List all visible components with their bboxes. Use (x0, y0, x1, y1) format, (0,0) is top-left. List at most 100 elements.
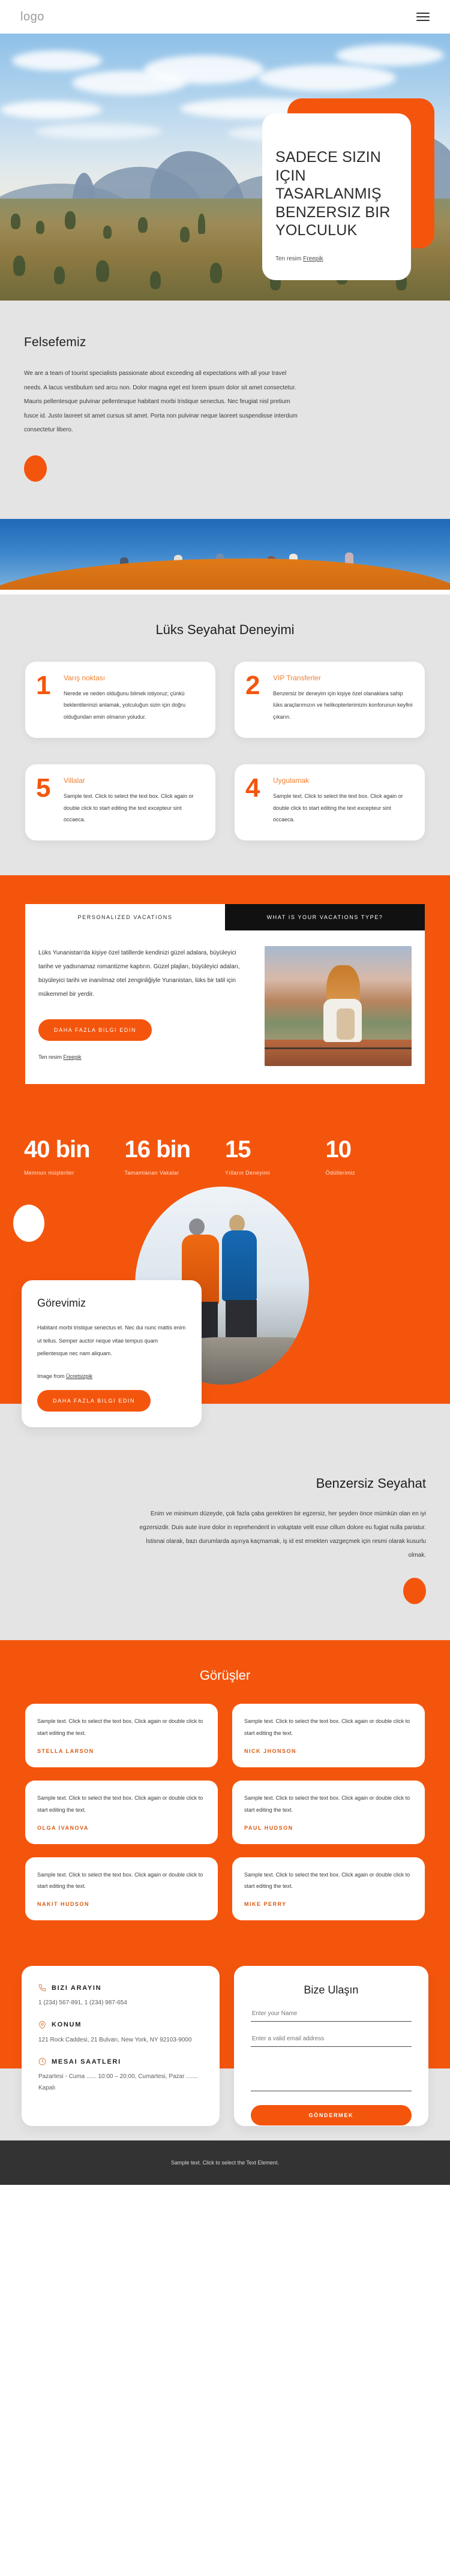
vacations-body-text: Lüks Yunanistan'da kişiye özel tatillerd… (38, 950, 240, 998)
testimonial-card[interactable]: Sample text. Click to select the text bo… (232, 1704, 425, 1768)
contact-form-card: Bize Ulaşın GÖNDERMEK (233, 1966, 428, 2127)
stat-item: 15 Yılların Deneyimi (225, 1137, 326, 1176)
mission-accent-circle (13, 1205, 44, 1242)
philosophy-body: We are a team of tourist specialists pas… (24, 370, 298, 433)
stat-value: 40 bin (24, 1136, 91, 1163)
personalized-vacations-section: PERSONALIZED VACATIONS WHAT IS YOUR VACA… (0, 875, 450, 1121)
contact-call-value: 1 (234) 567-891, 1 (234) 987-654 (38, 1999, 127, 2007)
luxury-card-number: 5 (36, 773, 51, 803)
luxury-card[interactable]: 2 VIP Transferler Benzersiz bir deneyim … (235, 661, 425, 738)
contact-section: BIZI ARAYIN 1 (234) 567-891, 1 (234) 987… (0, 1951, 450, 2141)
philosophy-accent-button[interactable] (24, 455, 47, 482)
testimonial-author: NICK JHONSON (244, 1748, 297, 1755)
mission-heading: Görevimiz (37, 1297, 86, 1310)
testimonials-section: Görüşler Sample text. Click to select th… (0, 1640, 450, 1952)
mission-learn-more-button[interactable]: DAHA FAZLA BILGI EDIN (37, 1389, 151, 1412)
testimonial-text: Sample text. Click to select the text bo… (37, 1871, 203, 1890)
testimonial-card[interactable]: Sample text. Click to select the text bo… (232, 1781, 425, 1844)
clock-icon (38, 2058, 46, 2065)
hero-credit-link[interactable]: Freepik (303, 256, 323, 262)
logo[interactable]: logo (20, 10, 44, 24)
stat-label: Memnun müşteriler (24, 1170, 74, 1176)
luxury-card[interactable]: 4 Uygulamak Sample text. Click to select… (235, 764, 425, 841)
luxury-heading: Lüks Seyahat Deneyimi (155, 622, 295, 637)
mission-section: Görevimiz Habitant morbi tristique senec… (0, 1182, 450, 1427)
testimonial-text: Sample text. Click to select the text bo… (244, 1795, 410, 1813)
testimonial-card[interactable]: Sample text. Click to select the text bo… (25, 1704, 218, 1768)
luxury-card-text: Nerede ve neden olduğunu bilmek istiyoru… (64, 690, 186, 720)
testimonial-card[interactable]: Sample text. Click to select the text bo… (25, 1857, 218, 1921)
luxury-experience-section: Lüks Seyahat Deneyimi 1 Varış noktası Ne… (0, 594, 450, 876)
testimonial-author: OLGA IVANOVA (37, 1824, 89, 1831)
email-input[interactable] (250, 2033, 412, 2047)
luxury-card[interactable]: 1 Varış noktası Nerede ve neden olduğunu… (25, 661, 215, 738)
submit-button[interactable]: GÖNDERMEK (250, 2105, 412, 2126)
vacations-tabs: PERSONALIZED VACATIONS WHAT IS YOUR VACA… (25, 904, 425, 931)
phone-icon (38, 1984, 46, 1992)
testimonials-grid: Sample text. Click to select the text bo… (25, 1704, 425, 1921)
mission-card: Görevimiz Habitant morbi tristique senec… (22, 1280, 202, 1427)
site-header: logo (0, 0, 450, 34)
testimonial-author: STELLA LARSON (37, 1748, 94, 1755)
footer-text: Sample text. Click to select the Text El… (171, 2160, 279, 2166)
testimonial-text: Sample text. Click to select the text bo… (244, 1871, 410, 1890)
luxury-card-title: VIP Transferler (273, 673, 321, 682)
vacations-credit-prefix: Ten resim (38, 1054, 64, 1061)
testimonial-author: MIKE PERRY (244, 1901, 287, 1908)
vacations-photo (265, 946, 412, 1067)
contact-location-value: 121 Rock Caddesi, 21 Bulvarı, New York, … (38, 2036, 192, 2043)
stat-item: 16 bin Tamamlanan Vakalar (125, 1137, 226, 1176)
contact-hours-value: Pazartesi - Cuma ...... 10:00 – 20:00, C… (38, 2073, 198, 2091)
testimonial-text: Sample text. Click to select the text bo… (244, 1718, 410, 1737)
vacations-learn-more-button[interactable]: DAHA FAZLA BILGI EDIN (38, 1019, 152, 1041)
hamburger-icon[interactable] (416, 13, 430, 21)
contact-location-title: KONUM (52, 2021, 82, 2029)
hero-title: SADECE SIZIN IÇIN TASARLANMIŞ BENZERSIZ … (275, 149, 391, 239)
stat-label: Tamamlanan Vakalar (124, 1170, 179, 1176)
contact-info-card: BIZI ARAYIN 1 (234) 567-891, 1 (234) 987… (22, 1966, 220, 2127)
stats-section: 40 bin Memnun müşteriler 16 bin Tamamlan… (0, 1120, 450, 1182)
unique-heading: Benzersiz Seyahat (316, 1476, 426, 1491)
message-textarea[interactable] (250, 2058, 412, 2092)
vacations-panel: Lüks Yunanistan'da kişiye özel tatillerd… (25, 930, 425, 1085)
luxury-card-title: Varış noktası (64, 673, 106, 682)
luxury-card-number: 1 (36, 670, 51, 700)
stat-value: 15 (225, 1136, 251, 1163)
mission-credit-link[interactable]: Ücretsizpik (66, 1373, 92, 1379)
stat-item: 10 Ödüllerimiz (326, 1137, 427, 1176)
hero-section: SADECE SIZIN IÇIN TASARLANMIŞ BENZERSIZ … (0, 34, 450, 301)
vacations-credit-link[interactable]: Freepik (64, 1054, 82, 1060)
tab-personalized-vacations[interactable]: PERSONALIZED VACATIONS (25, 904, 225, 931)
tab-vacation-type[interactable]: WHAT IS YOUR VACATIONS TYPE? (225, 904, 425, 931)
name-input[interactable] (250, 2008, 412, 2022)
testimonial-card[interactable]: Sample text. Click to select the text bo… (232, 1857, 425, 1921)
contact-form-title: Bize Ulaşın (304, 1984, 359, 1996)
stat-label: Yılların Deneyimi (225, 1170, 270, 1176)
hero-card: SADECE SIZIN IÇIN TASARLANMIŞ BENZERSIZ … (262, 113, 411, 280)
hero-image-credit: Ten resim Freepik (275, 256, 398, 262)
contact-hours-title: MESAI SAATLERI (52, 2058, 121, 2065)
mission-image-credit: Image from Ücretsizpik (37, 1373, 186, 1379)
unique-accent-button[interactable] (403, 1578, 426, 1605)
testimonial-text: Sample text. Click to select the text bo… (37, 1718, 203, 1737)
stat-item: 40 bin Memnun müşteriler (24, 1137, 125, 1176)
site-footer: Sample text. Click to select the Text El… (0, 2140, 450, 2185)
vacations-image-credit: Ten resim Freepik (38, 1054, 251, 1060)
mission-body: Habitant morbi tristique senectus et. Ne… (37, 1325, 186, 1356)
hero-credit-prefix: Ten resim (275, 255, 304, 262)
testimonial-card[interactable]: Sample text. Click to select the text bo… (25, 1781, 218, 1844)
desert-banner-image (0, 518, 450, 595)
stat-label: Ödüllerimiz (325, 1170, 355, 1176)
contact-call-title: BIZI ARAYIN (52, 1984, 102, 1992)
mission-credit-prefix: Image from (37, 1373, 67, 1379)
stat-value: 16 bin (124, 1136, 191, 1163)
location-pin-icon (38, 2020, 46, 2029)
luxury-card-text: Sample text. Click to select the text bo… (64, 792, 194, 823)
philosophy-heading: Felsefemiz (24, 335, 86, 349)
luxury-card-text: Benzersiz bir deneyim için kişiye özel o… (273, 690, 413, 720)
testimonials-heading: Görüşler (199, 1668, 251, 1683)
luxury-card-number: 2 (245, 670, 260, 700)
luxury-card[interactable]: 5 Villalar Sample text. Click to select … (25, 764, 215, 841)
unique-travel-section: Benzersiz Seyahat Enim ve minimum düzeyd… (0, 1404, 450, 1641)
unique-body: Enim ve minimum düzeyde, çok fazla çaba … (139, 1511, 426, 1559)
